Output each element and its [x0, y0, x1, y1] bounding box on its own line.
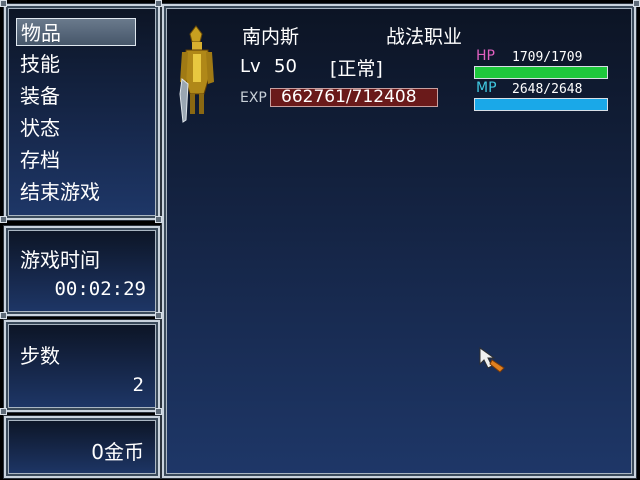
hp-bar — [474, 66, 608, 79]
frame-stud — [155, 0, 162, 7]
playtime-value: 00:02:29 — [54, 278, 146, 300]
hp-value: 1709/1709 — [512, 50, 583, 65]
menu-item-end-game[interactable]: 结束游戏 — [20, 178, 100, 206]
frame-stud — [0, 216, 7, 223]
menu-item-items[interactable]: 物品 — [16, 18, 136, 46]
playtime-label: 游戏时间 — [20, 248, 100, 272]
menu-item-equipment[interactable]: 装备 — [20, 82, 60, 110]
frame-stud — [155, 312, 162, 319]
steps-label: 步数 — [20, 344, 60, 368]
level-value: 50 — [274, 56, 297, 77]
frame-stud — [633, 0, 640, 7]
warrior-sprite-icon — [179, 25, 214, 123]
exp-value: 662761/712408 — [281, 87, 417, 107]
exp-label: EXP — [240, 90, 267, 106]
character-name: 南内斯 — [242, 26, 300, 48]
playtime-window: 游戏时间 00:02:29 — [4, 226, 160, 316]
gold-value: 0金币 — [91, 440, 144, 464]
hp-bar-fill — [475, 67, 607, 78]
hand-pointer-icon — [478, 346, 506, 374]
frame-stud — [0, 0, 7, 7]
steps-window: 步数 2 — [4, 320, 160, 412]
command-menu-window: 物品 技能 装备 状态 存档 结束游戏 — [4, 4, 160, 220]
mp-bar-fill — [475, 99, 607, 110]
status-condition: [正常] — [330, 58, 383, 80]
exp-box: 662761/712408 — [270, 87, 438, 107]
frame-stud — [155, 408, 162, 415]
steps-value: 2 — [132, 374, 144, 396]
level-label: Lv — [240, 56, 261, 77]
frame-stud — [155, 216, 162, 223]
menu-item-save[interactable]: 存档 — [20, 146, 60, 174]
frame-stud — [0, 408, 7, 415]
party-status-window: 南内斯 战法职业 Lv 50 [正常] EXP 662761/712408 HP… — [162, 4, 636, 478]
mp-value: 2648/2648 — [512, 82, 583, 97]
character-portrait[interactable] — [176, 24, 216, 124]
frame-stud — [0, 312, 7, 319]
gold-window: 0金币 — [4, 416, 160, 478]
hp-label: HP — [476, 48, 495, 64]
menu-item-skills[interactable]: 技能 — [20, 50, 60, 78]
menu-item-status[interactable]: 状态 — [20, 114, 60, 142]
mp-label: MP — [476, 80, 497, 96]
mp-bar — [474, 98, 608, 111]
character-class: 战法职业 — [386, 26, 463, 48]
